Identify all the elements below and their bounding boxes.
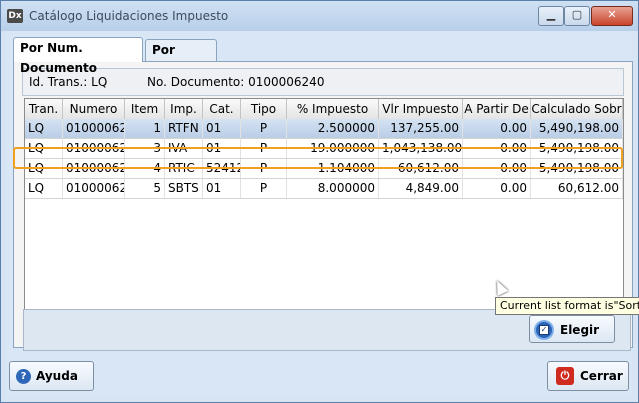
cell-calculado-sobre: 60,612.00 [531, 179, 623, 198]
ayuda-button[interactable]: ? Ayuda [9, 361, 94, 391]
dialog-window: Dx Catálogo Liquidaciones Impuesto ▁ ▢ ✕… [0, 0, 639, 403]
cell-item: 3 [125, 139, 165, 158]
cell-a-partir-de: 0.00 [463, 119, 531, 138]
checkbox-icon: ✓ [536, 322, 552, 338]
cell-imp: IVA [165, 139, 203, 158]
title-bar[interactable]: Dx Catálogo Liquidaciones Impuesto ▁ ▢ ✕ [1, 1, 638, 31]
cell-tipo: P [241, 159, 287, 178]
document-info-bar: Id. Trans.: LQ No. Documento: 0100006240 [22, 68, 624, 96]
column-header-numero[interactable]: Numero [63, 99, 125, 119]
cell-a-partir-de: 0.00 [463, 159, 531, 178]
table-row[interactable]: LQ 01000062 1 RTFN 01 P 2.500000 137,255.00 0.00… [25, 119, 623, 139]
tab-por-prefijo[interactable]: Por Prefijo [145, 39, 217, 77]
cell-numero: 01000062 [63, 159, 125, 178]
cell-calculado-sobre: 5,490,198.00 [531, 159, 623, 178]
column-header-tran[interactable]: Tran. [25, 99, 63, 119]
maximize-button[interactable]: ▢ [564, 6, 590, 26]
cell-a-partir-de: 0.00 [463, 139, 531, 158]
cell-calculado-sobre: 5,490,198.00 [531, 139, 623, 158]
column-header-pct-impuesto[interactable]: % Impuesto [287, 99, 379, 119]
table-row[interactable]: LQ 01000062 4 RTIC 52412 P 1.104000 60,612.00 0.… [25, 159, 623, 179]
column-header-vlr-impuesto[interactable]: Vlr Impuesto [379, 99, 463, 119]
help-icon: ? [16, 369, 31, 384]
column-header-cat[interactable]: Cat. [203, 99, 241, 119]
tooltip: Current list format is"SortO [495, 297, 639, 315]
app-icon: Dx [7, 9, 23, 23]
cell-imp: SBTS [165, 179, 203, 198]
cell-vlr-impuesto: 60,612.00 [379, 159, 463, 178]
cell-tran: LQ [25, 139, 63, 158]
window-title: Catálogo Liquidaciones Impuesto [29, 9, 229, 23]
elegir-label: Elegir [560, 323, 600, 337]
cell-tran: LQ [25, 159, 63, 178]
minimize-button[interactable]: ▁ [538, 6, 564, 26]
cell-tran: LQ [25, 179, 63, 198]
cell-item: 4 [125, 159, 165, 178]
cell-pct-impuesto: 2.500000 [287, 119, 379, 138]
cell-vlr-impuesto: 1,043,138.00 [379, 139, 463, 158]
power-icon: ⏻ [556, 367, 574, 385]
cell-item: 1 [125, 119, 165, 138]
cell-numero: 01000062 [63, 139, 125, 158]
close-icon: ✕ [607, 8, 617, 21]
column-header-a-partir-de[interactable]: A Partir De [463, 99, 531, 119]
tab-por-num-documento[interactable]: Por Num. Documento [13, 37, 143, 75]
cell-a-partir-de: 0.00 [463, 179, 531, 198]
cell-numero: 01000062 [63, 179, 125, 198]
cell-cat: 01 [203, 139, 241, 158]
cell-numero: 01000062 [63, 119, 125, 138]
column-header-tipo[interactable]: Tipo [241, 99, 287, 119]
cell-cat: 01 [203, 119, 241, 138]
elegir-button[interactable]: ✓ Elegir [529, 315, 615, 343]
close-window-button[interactable]: ✕ [591, 6, 633, 26]
cell-calculado-sobre: 5,490,198.00 [531, 119, 623, 138]
cell-pct-impuesto: 8.000000 [287, 179, 379, 198]
cell-tran: LQ [25, 119, 63, 138]
column-header-imp[interactable]: Imp. [165, 99, 203, 119]
cerrar-label: Cerrar [580, 369, 623, 383]
cerrar-button[interactable]: ⏻ Cerrar [547, 361, 629, 391]
cell-cat: 01 [203, 179, 241, 198]
ayuda-label: Ayuda [36, 369, 78, 383]
cell-vlr-impuesto: 137,255.00 [379, 119, 463, 138]
cell-tipo: P [241, 119, 287, 138]
table-row[interactable]: LQ 01000062 5 SBTS 01 P 8.000000 4,849.00 0.00 60… [25, 179, 623, 199]
document-number-label: No. Documento: 0100006240 [147, 75, 325, 89]
table-row[interactable]: LQ 01000062 3 IVA 01 P 19.000000 1,043,138.00 0.… [25, 139, 623, 159]
cell-tipo: P [241, 139, 287, 158]
cell-pct-impuesto: 1.104000 [287, 159, 379, 178]
cell-vlr-impuesto: 4,849.00 [379, 179, 463, 198]
cell-tipo: P [241, 179, 287, 198]
cell-item: 5 [125, 179, 165, 198]
maximize-icon: ▢ [571, 8, 583, 21]
cell-imp: RTIC [165, 159, 203, 178]
column-header-calculado-sobre[interactable]: Calculado Sobr [531, 99, 623, 119]
grid-header: Tran. Numero Item Imp. Cat. Tipo% Impuesto Vlr… [25, 99, 623, 120]
minimize-icon: ▁ [546, 8, 556, 21]
column-header-item[interactable]: Item [125, 99, 165, 119]
cell-pct-impuesto: 19.000000 [287, 139, 379, 158]
cell-cat: 52412 [203, 159, 241, 178]
cell-imp: RTFN [165, 119, 203, 138]
